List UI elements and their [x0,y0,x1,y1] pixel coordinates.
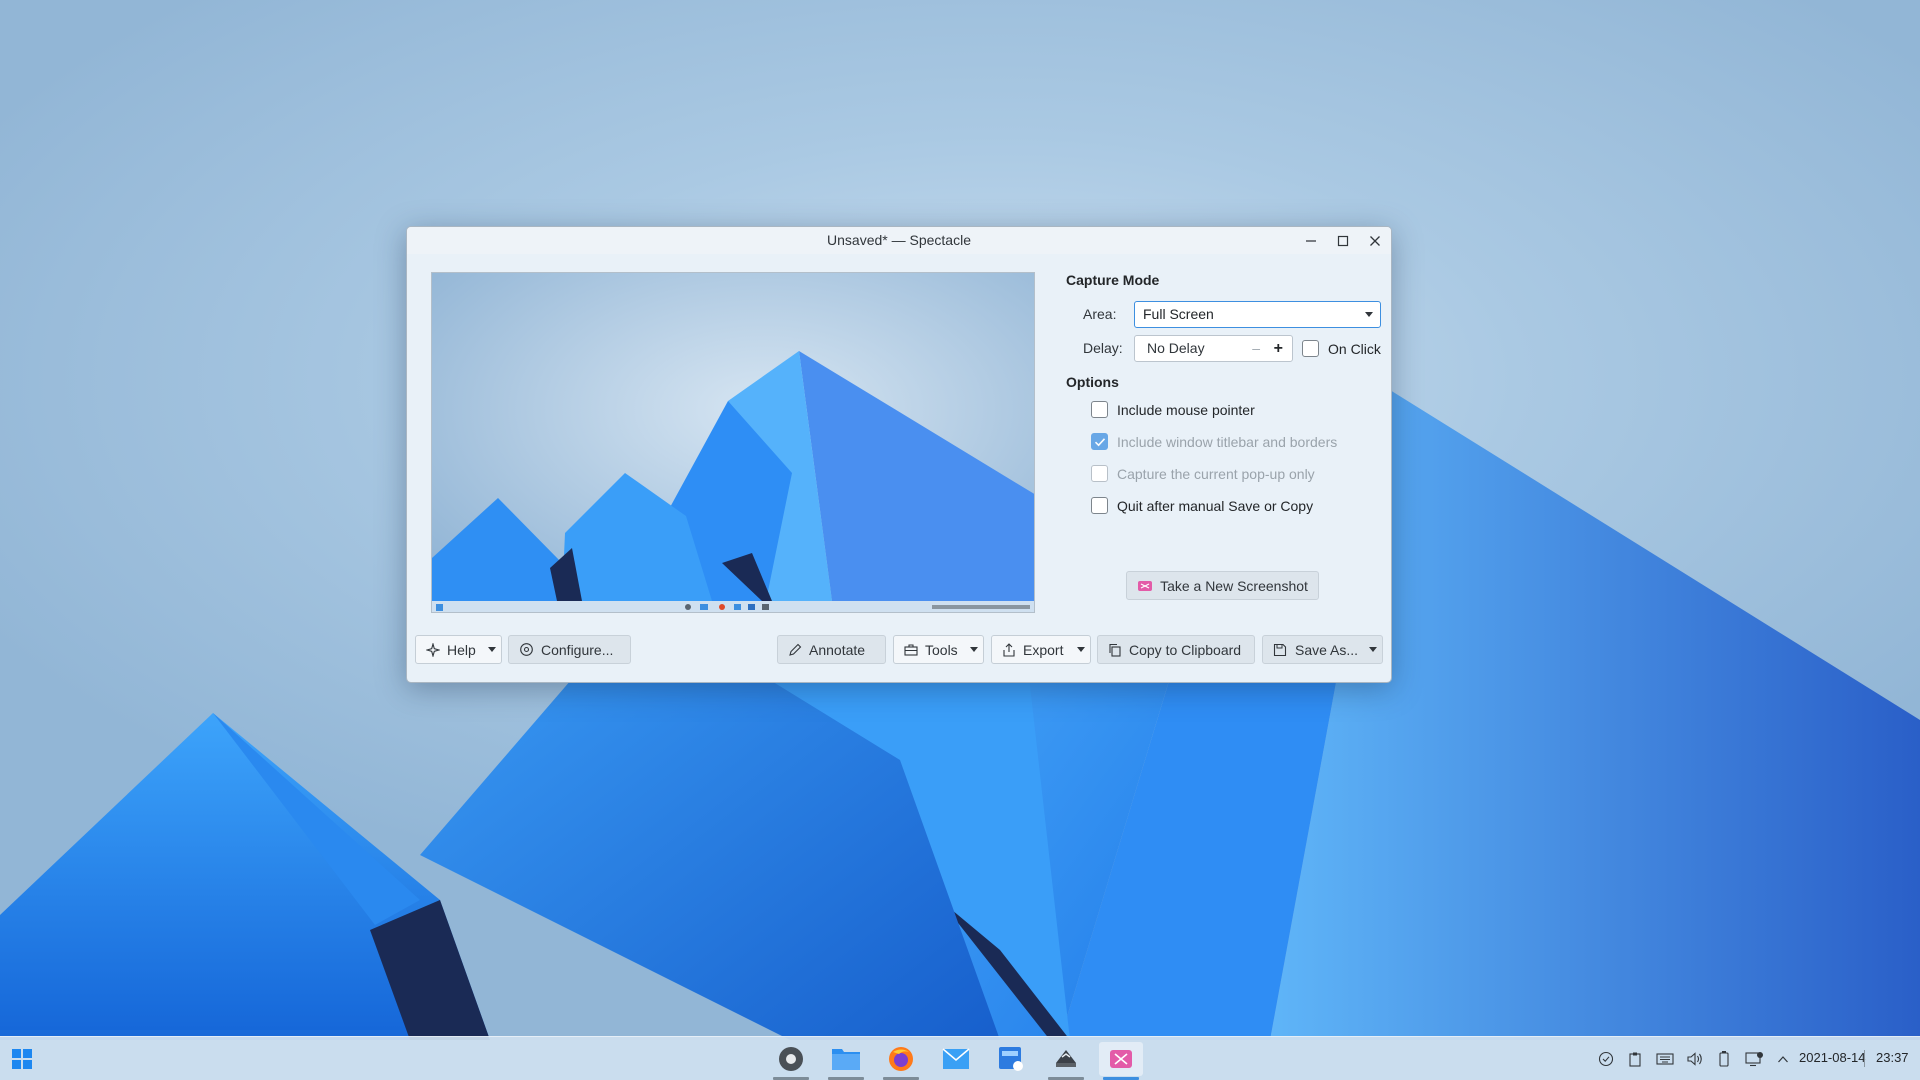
chevron-down-icon [1365,312,1373,317]
taskbar-app-system-settings[interactable] [769,1042,813,1080]
taskbar-app-discover[interactable] [989,1042,1033,1076]
capture-popup-label: Capture the current pop-up only [1117,466,1315,482]
spectacle-icon [1137,579,1153,593]
area-value: Full Screen [1143,306,1214,322]
mail-icon [942,1048,970,1069]
ark-icon [1056,1050,1076,1067]
capture-popup-checkbox[interactable] [1091,465,1108,482]
volume-icon[interactable] [1685,1049,1705,1069]
take-new-screenshot-label: Take a New Screenshot [1160,577,1308,594]
settings-gear-icon [779,1047,803,1071]
toolbox-icon [904,643,918,656]
taskbar-app-file-manager[interactable] [824,1042,868,1080]
include-titlebar-checkbox[interactable] [1091,433,1108,450]
clock-date[interactable]: 2021-08-14 [1799,1050,1866,1065]
quit-after-save-label: Quit after manual Save or Copy [1117,498,1314,514]
clock-time[interactable]: 23:37 [1876,1050,1909,1065]
taskbar-app-ark[interactable] [1044,1042,1088,1080]
spectacle-icon [1110,1050,1132,1068]
delay-label: Delay: [1083,340,1123,356]
minimize-button[interactable] [1297,227,1325,254]
chevron-down-icon[interactable] [1072,636,1090,663]
maximize-button[interactable] [1329,227,1357,254]
copy-icon [1108,643,1122,657]
tools-button[interactable]: Tools [893,635,984,664]
chevron-down-icon[interactable] [483,636,501,663]
gear-icon [519,642,534,657]
area-combobox[interactable]: Full Screen [1134,301,1381,328]
update-icon[interactable] [1596,1049,1616,1069]
taskbar: 2021-08-14 23:37 [0,1036,1920,1080]
quit-after-save-checkbox[interactable] [1091,497,1108,514]
help-label: Help [447,641,476,658]
include-mouse-pointer-label: Include mouse pointer [1117,402,1255,418]
keyboard-icon[interactable] [1655,1049,1675,1069]
delay-spinbox[interactable]: No Delay – + [1134,335,1293,362]
minimize-icon [1306,239,1316,242]
configure-label: Configure... [541,641,614,658]
options-title: Options [1066,374,1119,390]
share-icon [1002,642,1016,657]
battery-icon[interactable] [1714,1049,1734,1069]
folder-icon [832,1049,860,1070]
preview-image [432,273,1034,612]
copy-to-clipboard-button[interactable]: Copy to Clipboard [1097,635,1255,664]
chevron-down-icon[interactable] [1364,636,1382,663]
save-icon [1273,643,1288,657]
pencil-icon [788,643,802,657]
clipboard-icon[interactable] [1625,1049,1645,1069]
plus-icon[interactable]: + [1274,336,1283,361]
help-button[interactable]: Help [415,635,502,664]
on-click-checkbox[interactable] [1302,340,1319,357]
firefox-icon [889,1047,913,1071]
close-icon [1370,235,1380,246]
copy-to-clipboard-label: Copy to Clipboard [1129,641,1242,658]
save-as-label: Save As... [1295,641,1359,658]
on-click-label: On Click [1328,341,1381,357]
capture-mode-title: Capture Mode [1066,272,1160,288]
export-button[interactable]: Export [991,635,1091,664]
area-label: Area: [1083,306,1117,322]
help-icon [426,642,440,657]
annotate-button[interactable]: Annotate [777,635,886,664]
network-icon[interactable] [1744,1049,1764,1069]
application-launcher-button[interactable] [0,1042,44,1076]
export-label: Export [1023,641,1064,658]
take-new-screenshot-button[interactable]: Take a New Screenshot [1126,571,1319,600]
tools-label: Tools [925,641,958,658]
checkmark-icon [1094,438,1106,447]
taskbar-app-mail[interactable] [934,1042,978,1076]
chevron-down-icon[interactable] [965,636,983,663]
maximize-icon [1337,235,1349,246]
discover-icon [999,1047,1023,1071]
close-button[interactable] [1361,227,1389,254]
clock-separator [1864,1050,1865,1067]
save-as-button[interactable]: Save As... [1262,635,1383,664]
spectacle-window: Unsaved* — Spectacle Capture Mode Area: … [406,226,1392,683]
include-titlebar-label: Include window titlebar and borders [1117,434,1338,450]
window-titlebar[interactable]: Unsaved* — Spectacle [407,227,1391,254]
start-menu-icon [12,1049,32,1069]
annotate-label: Annotate [809,641,866,658]
configure-button[interactable]: Configure... [508,635,631,664]
window-title: Unsaved* — Spectacle [827,232,971,248]
include-mouse-pointer-checkbox[interactable] [1091,401,1108,418]
expand-tray-icon[interactable] [1773,1049,1793,1069]
minus-icon[interactable]: – [1252,336,1260,361]
taskbar-app-spectacle[interactable] [1099,1042,1143,1080]
screenshot-preview[interactable] [431,272,1035,613]
delay-value: No Delay [1147,340,1205,356]
taskbar-app-firefox[interactable] [879,1042,923,1080]
